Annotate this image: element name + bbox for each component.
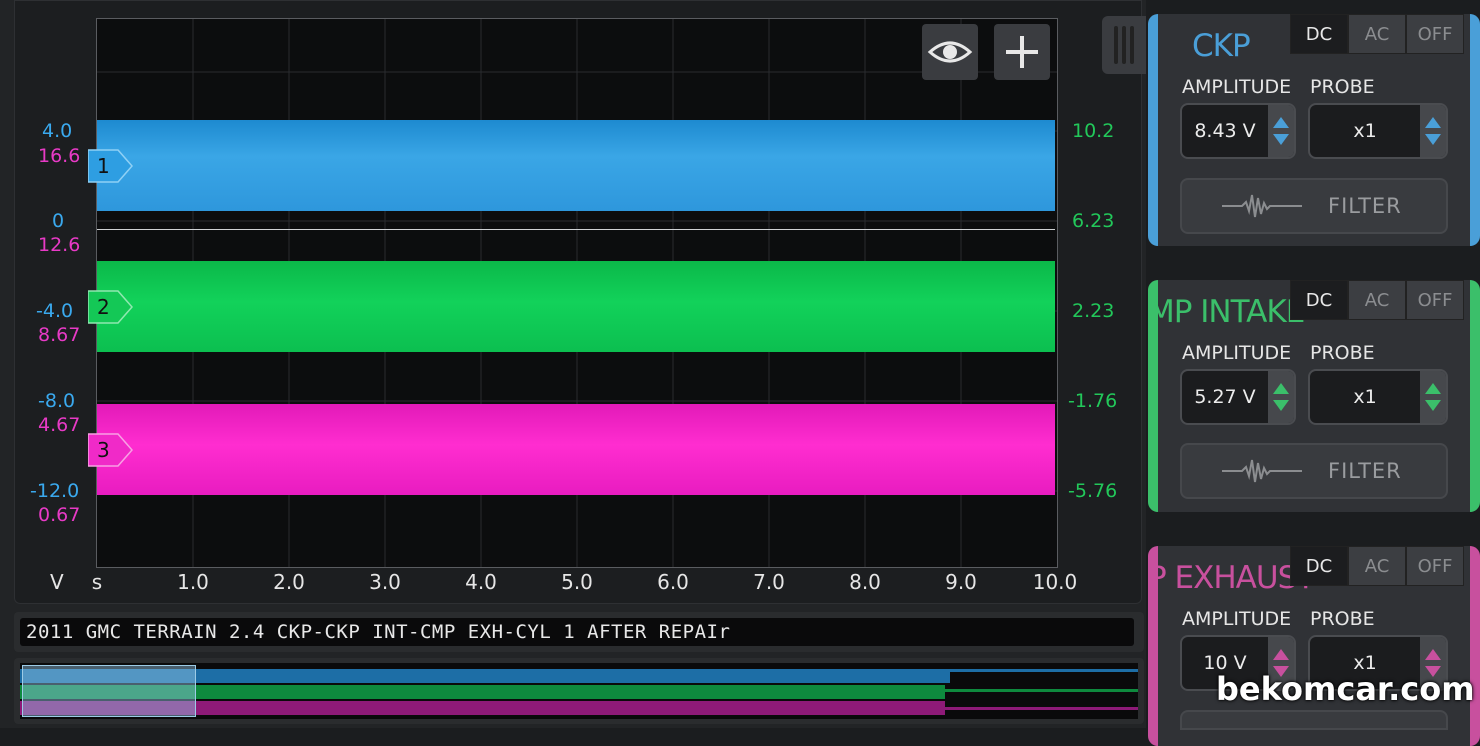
x-tick-4: 4.0 [465,570,497,594]
channel-1-probe-label: PROBE [1310,76,1375,98]
right-tick-3: -1.76 [1068,390,1118,412]
x-tick-7: 7.0 [753,570,785,594]
waveform-icon [1222,459,1302,483]
left-tick-pink-2: 8.67 [38,324,81,346]
left-tick-blue-4: -12.0 [30,480,80,502]
right-tick-4: -5.76 [1068,480,1118,502]
overview-channel-1-tail [950,669,1138,672]
channel-2-filter-button[interactable]: FILTER [1182,445,1446,497]
channel-1-filter-button[interactable]: FILTER [1182,180,1446,232]
channel-1-amplitude-label: AMPLITUDE [1182,76,1292,98]
eye-icon [927,41,973,63]
channel-1-amplitude-value: 8.43 V [1194,120,1256,142]
overview-track [20,663,1138,719]
channel-2-amplitude-stepper[interactable]: 5.27 V [1182,371,1294,423]
visibility-button[interactable] [922,24,978,80]
up-down-arrows-icon[interactable] [1268,105,1294,157]
add-channel-button[interactable] [994,24,1050,80]
channel-2-probe-stepper[interactable]: x1 [1310,371,1446,423]
overview-channel-3-tail [945,707,1138,710]
channel-3-off-button[interactable]: OFF [1406,546,1464,586]
channel-2-ac-button[interactable]: AC [1348,280,1406,320]
channel-3-dc-button[interactable]: DC [1290,546,1348,586]
channel-1-off-button[interactable]: OFF [1406,14,1464,54]
left-tick-pink-4: 0.67 [38,504,81,526]
channel-2-amplitude-value: 5.27 V [1194,386,1256,408]
channel-2-dc-button[interactable]: DC [1290,280,1348,320]
panel-drawer-handle[interactable] [1102,16,1146,74]
overview-scrollbar[interactable] [14,658,1144,724]
channel-1-ac-button[interactable]: AC [1348,14,1406,54]
overview-channel-2-tail [945,689,1138,692]
x-tick-6: 6.0 [657,570,689,594]
x-tick-2: 2.0 [273,570,305,594]
channel-2-off-button[interactable]: OFF [1406,280,1464,320]
right-tick-1: 6.23 [1072,210,1115,232]
channel-3-ac-button[interactable]: AC [1348,546,1406,586]
channel-2-filter-label: FILTER [1328,459,1402,483]
x-tick-8: 8.0 [849,570,881,594]
channel-1-marker[interactable]: 1 [88,149,134,183]
channel-2-waveform [97,257,1055,356]
left-tick-blue-1: 0 [52,210,65,232]
channel-2-marker[interactable]: 2 [88,290,134,324]
channel-1-dc-button[interactable]: DC [1290,14,1348,54]
channel-3-probe-label: PROBE [1310,608,1375,630]
left-tick-blue-3: -8.0 [38,390,76,412]
left-tick-pink-1: 12.6 [38,234,81,256]
channel-2-coupling: DC AC OFF [1290,280,1468,324]
x-tick-10: 10.0 [1032,570,1078,594]
up-down-arrows-icon[interactable] [1420,105,1446,157]
channel-1-marker-label: 1 [97,154,110,178]
x-unit-label: s [91,570,103,594]
channel-3-amplitude-label: AMPLITUDE [1182,608,1292,630]
y-unit-label: V [50,570,64,594]
channel-1-name: CKP [1192,28,1251,64]
x-tick-9: 9.0 [945,570,977,594]
channel-3-waveform [97,400,1055,499]
channel-2-marker-label: 2 [97,295,110,319]
channel-1-filter-label: FILTER [1328,194,1402,218]
channel-3-marker[interactable]: 3 [88,433,134,467]
right-tick-2: 2.23 [1072,300,1115,322]
channel-1-probe-value: x1 [1353,120,1377,142]
up-down-arrows-icon[interactable] [1268,371,1294,423]
scope-area: 4.0 16.6 0 12.6 -4.0 8.67 -8.0 4.67 -12.… [0,0,1146,728]
plus-icon [1006,36,1038,68]
left-tick-blue-0: 4.0 [42,120,73,142]
channel-2-name: MP INTAKE [1148,294,1305,330]
up-down-arrows-icon[interactable] [1420,371,1446,423]
channel-2-amplitude-label: AMPLITUDE [1182,342,1292,364]
channel-3-marker-label: 3 [97,438,110,462]
left-tick-pink-3: 4.67 [38,414,81,436]
channel-1-probe-stepper[interactable]: x1 [1310,105,1446,157]
left-tick-blue-2: -4.0 [36,300,74,322]
channel-3-filter-button[interactable] [1182,712,1446,728]
zero-reference-line [97,229,1055,230]
channel-1-coupling: DC AC OFF [1290,14,1468,58]
channel-2-probe-label: PROBE [1310,342,1375,364]
overview-view-window[interactable] [22,665,196,717]
capture-title[interactable]: 2011 GMC TERRAIN 2.4 CKP-CKP INT-CMP EXH… [20,618,1134,646]
right-tick-0: 10.2 [1072,120,1115,142]
waveform-icon [1222,194,1302,218]
left-tick-pink-0: 16.6 [38,145,81,167]
x-tick-1: 1.0 [177,570,209,594]
x-tick-5: 5.0 [561,570,593,594]
channel-1-amplitude-stepper[interactable]: 8.43 V [1182,105,1294,157]
channel-3-coupling: DC AC OFF [1290,546,1468,590]
caption-bar: 2011 GMC TERRAIN 2.4 CKP-CKP INT-CMP EXH… [14,612,1144,652]
channel-2-probe-value: x1 [1353,386,1377,408]
watermark: bekomcar.com [1216,670,1475,708]
channel-1-waveform [97,116,1055,215]
x-tick-3: 3.0 [369,570,401,594]
